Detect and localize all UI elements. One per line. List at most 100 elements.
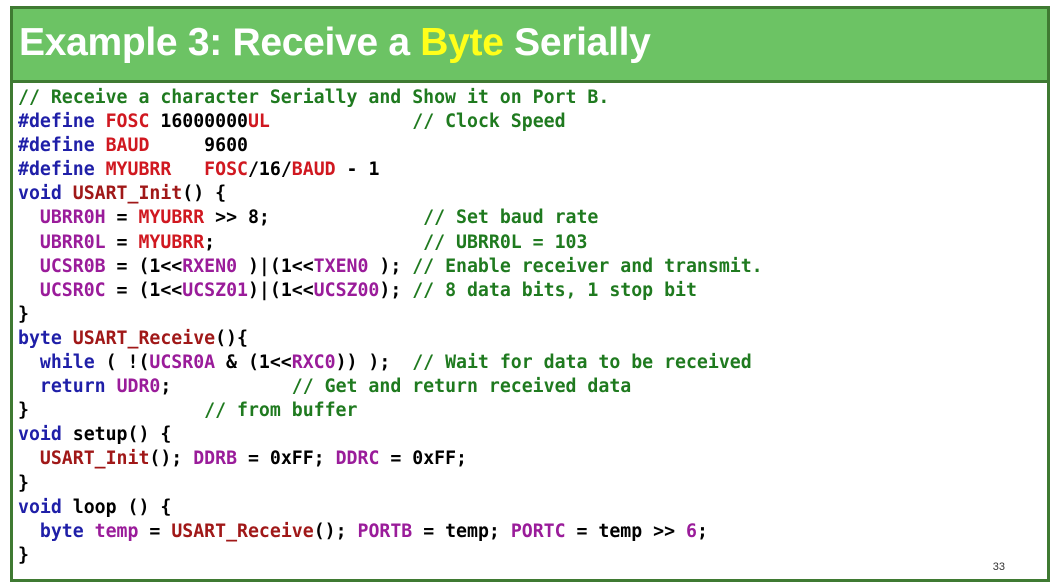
code-text: & (1<<: [215, 352, 292, 374]
code-line: // Receive a character Serially and Show…: [18, 86, 763, 110]
code-macro: BAUD: [105, 135, 150, 157]
code-register: UBRR0L: [39, 231, 106, 253]
code-keyword: #define: [18, 159, 106, 181]
title-part-1: Example 3: Receive a: [19, 21, 421, 64]
code-function: USART_Receive: [171, 520, 314, 542]
code-macro: MYUBRR: [105, 159, 172, 181]
code-text: - 1: [335, 159, 380, 181]
code-line: return UDR0; // Get and return received …: [18, 375, 763, 399]
code-text: )) );: [335, 352, 413, 374]
code-macro: FOSC: [204, 159, 248, 181]
code-keyword: return: [39, 376, 117, 398]
slide-frame: Example 3: Receive a Byte Serially // Re…: [10, 6, 1050, 582]
code-text: = temp >>: [565, 520, 687, 542]
code-line: }: [18, 472, 763, 496]
code-register: UBRR0H: [39, 207, 106, 229]
code-text: ();: [149, 448, 194, 470]
code-register: UCSZ00: [313, 279, 380, 301]
code-text: =: [138, 520, 172, 542]
code-line: UCSR0C = (1<<UCSZ01)|(1<<UCSZ00); // 8 d…: [18, 279, 763, 303]
code-function: USART_Init: [39, 448, 150, 470]
code-register: RXC0: [291, 352, 336, 374]
code-register: UCSR0B: [39, 255, 106, 277]
title-highlight-byte: Byte: [420, 21, 504, 64]
code-keyword: #define: [18, 111, 106, 133]
code-text: )|(1<<: [247, 279, 314, 301]
code-text: loop () {: [72, 496, 172, 518]
code-keyword: void: [18, 183, 73, 205]
code-keyword: #define: [18, 135, 106, 157]
code-line: while ( !(UCSR0A & (1<<RXC0)) ); // Wait…: [18, 351, 763, 375]
code-text: = (1<<: [105, 255, 183, 277]
code-register: PORTC: [510, 520, 566, 542]
title-part-3: Serially: [503, 21, 651, 64]
code-text: () {: [182, 183, 227, 205]
code-function: USART_Init: [72, 183, 183, 205]
code-comment: // from buffer: [204, 400, 358, 422]
slide-title: Example 3: Receive a Byte Serially: [19, 21, 651, 65]
code-line: void setup() {: [18, 423, 763, 447]
code-text: = (1<<: [105, 279, 183, 301]
code-text: )|(1<<: [237, 255, 314, 277]
code-line: UBRR0H = MYUBRR >> 8; // Set baud rate: [18, 206, 763, 230]
code-comment: // Receive a character Serially and Show…: [18, 87, 610, 108]
code-text: /16/: [247, 159, 292, 181]
code-text: );: [368, 255, 413, 277]
code-macro: MYUBRR: [138, 207, 205, 229]
code-line: }: [18, 544, 763, 568]
code-register: DDRB: [193, 448, 238, 470]
code-text: );: [379, 279, 413, 301]
code-text: 16000000: [149, 111, 248, 133]
code-text: }: [18, 544, 29, 566]
code-text: }: [18, 400, 205, 422]
code-text: >> 8;: [204, 207, 424, 229]
code-text: =: [105, 207, 139, 229]
code-keyword: void: [18, 424, 73, 446]
code-function: USART_Receive: [72, 327, 216, 349]
code-text: }: [18, 303, 29, 325]
code-line: #define MYUBRR FOSC/16/BAUD - 1: [18, 158, 763, 182]
code-text: = 0xFF;: [237, 448, 336, 470]
code-keyword: byte: [18, 327, 73, 349]
code-keyword: while: [39, 352, 95, 374]
page-number: 33: [992, 561, 1005, 573]
code-line: UBRR0L = MYUBRR; // UBRR0L = 103: [18, 231, 763, 255]
code-line: #define FOSC 16000000UL // Clock Speed: [18, 110, 763, 134]
code-text: ( !(: [94, 352, 150, 374]
code-line: void loop () {: [18, 496, 763, 520]
code-line: }: [18, 303, 763, 327]
code-line: #define BAUD 9600: [18, 134, 763, 158]
code-register: TXEN0: [313, 255, 369, 277]
code-comment: // Clock Speed: [412, 111, 566, 133]
code-register: RXEN0: [182, 255, 238, 277]
code-macro: BAUD: [291, 159, 336, 181]
code-register: temp: [94, 520, 139, 542]
code-line: void USART_Init() {: [18, 182, 763, 206]
title-bar: Example 3: Receive a Byte Serially: [13, 9, 1047, 83]
code-block: // Receive a character Serially and Show…: [18, 86, 763, 568]
code-register: UCSR0A: [149, 352, 216, 374]
code-text: =: [105, 231, 139, 253]
code-comment: // UBRR0L = 103: [423, 231, 588, 253]
code-text: ;: [160, 376, 292, 398]
code-keyword: byte: [39, 520, 95, 542]
code-text: setup() {: [72, 424, 172, 446]
code-register: UDR0: [116, 376, 161, 398]
code-register: 6: [686, 520, 697, 542]
code-register: DDRC: [335, 448, 380, 470]
code-line: UCSR0B = (1<<RXEN0 )|(1<<TXEN0 ); // Ena…: [18, 255, 763, 279]
code-register: UCSR0C: [39, 279, 106, 301]
code-comment: // Enable receiver and transmit.: [412, 255, 763, 277]
code-text: ;: [204, 231, 424, 253]
code-register: UCSZ01: [182, 279, 248, 301]
code-comment: // 8 data bits, 1 stop bit: [412, 279, 697, 301]
code-text: ();: [313, 520, 358, 542]
code-text: 9600: [149, 135, 248, 157]
